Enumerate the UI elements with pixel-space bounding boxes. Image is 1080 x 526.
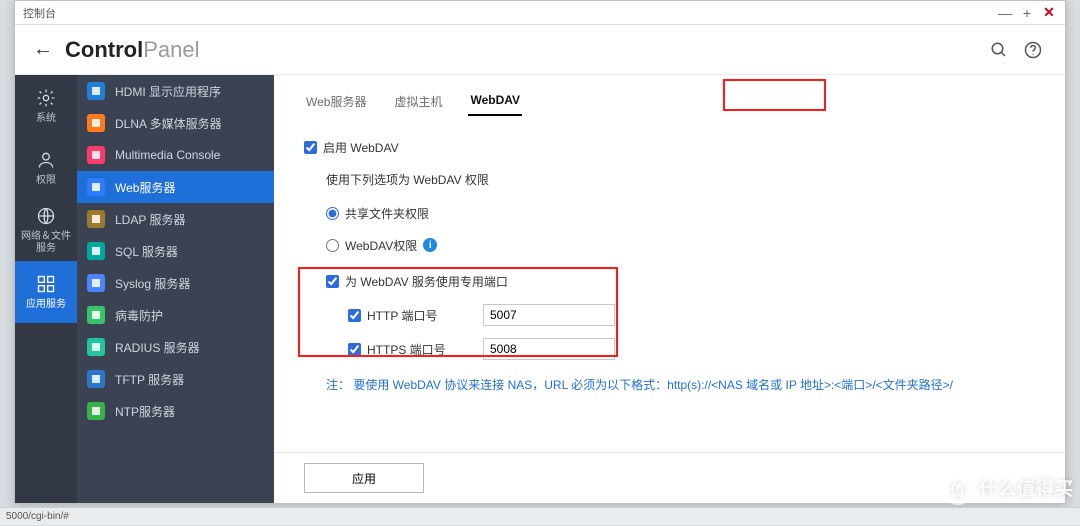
nav-label: 系统 [36,113,56,125]
http-port-input[interactable] [483,304,615,326]
sidebar-item-label: TFTP 服务器 [115,371,184,388]
help-icon[interactable] [1021,38,1045,62]
footer: 应用 [274,452,1065,503]
sidebar-item-ldap[interactable]: LDAP 服务器 [77,203,274,235]
user-icon [35,149,57,171]
nav-primary-network[interactable]: 网络＆文件 服务 [15,199,77,261]
tab-webserver[interactable]: Web服务器 [304,89,368,116]
nav-secondary: HDMI 显示应用程序 DLNA 多媒体服务器 Multimedia Console… [77,75,274,503]
nav-label: 网络＆文件 服务 [21,231,71,255]
sidebar-item-label: Web服务器 [115,179,175,196]
http-port-checkbox[interactable]: HTTP 端口号 [348,307,483,324]
sidebar-item-label: DLNA 多媒体服务器 [115,115,222,132]
https-port-input[interactable] [483,338,615,360]
nav-label: 应用服务 [26,299,66,311]
hdmi-icon [87,82,105,100]
av-icon [87,306,105,324]
mmc-icon [87,146,105,164]
syslog-icon [87,274,105,292]
enable-webdav-checkbox[interactable]: 启用 WebDAV [304,139,399,156]
https-port-checkbox[interactable]: HTTPS 端口号 [348,341,483,358]
sidebar-item-label: 病毒防护 [115,307,163,324]
tab-vhost[interactable]: 虚拟主机 [392,89,444,116]
sidebar-item-ntp[interactable]: NTP服务器 [77,395,274,427]
perm-hint-text: 使用下列选项为 WebDAV 权限 [326,171,489,188]
sidebar-item-dlna[interactable]: DLNA 多媒体服务器 [77,107,274,139]
content: Web服务器 虚拟主机 WebDAV 启用 WebDAV 使用下列选项 [274,75,1065,503]
info-icon[interactable]: i [423,238,437,252]
form-webdav: 启用 WebDAV 使用下列选项为 WebDAV 权限 共享文件夹权限 [274,116,1065,393]
sidebar-item-hdmi[interactable]: HDMI 显示应用程序 [77,75,274,107]
web-icon [87,178,105,196]
nav-primary-system[interactable]: 系统 [15,75,77,137]
header: ← ControlPanel [15,25,1065,75]
page-title: ControlPanel [65,37,199,63]
ntp-icon [87,402,105,420]
maximize-button[interactable]: + [1019,5,1035,21]
minimize-button[interactable]: — [997,5,1013,21]
tab-bar: Web服务器 虚拟主机 WebDAV [274,75,1065,116]
radio-webdav-perm[interactable]: WebDAV权限 [326,237,417,254]
apply-button[interactable]: 应用 [304,463,424,493]
nav-label: 权限 [36,175,56,187]
tftp-icon [87,370,105,388]
tab-webdav[interactable]: WebDAV [468,89,522,116]
sidebar-item-sql[interactable]: SQL 服务器 [77,235,274,267]
search-icon[interactable] [987,38,1011,62]
window-title: 控制台 [23,5,56,21]
nav-primary: 系统 权限 网络＆文件 服务 应用服务 [15,75,77,503]
grid-icon [35,273,57,295]
sql-icon [87,242,105,260]
dlna-icon [87,114,105,132]
sidebar-item-label: Syslog 服务器 [115,275,190,292]
sidebar-item-label: LDAP 服务器 [115,211,185,228]
sidebar-item-label: SQL 服务器 [115,243,178,260]
radius-icon [87,338,105,356]
window: 控制台 — + ✕ ← ControlPanel 系统 [14,0,1066,504]
nav-primary-apps[interactable]: 应用服务 [15,261,77,323]
sidebar-item-radius[interactable]: RADIUS 服务器 [77,331,274,363]
ldap-icon [87,210,105,228]
sidebar-item-mmc[interactable]: Multimedia Console [77,139,274,171]
nav-primary-perm[interactable]: 权限 [15,137,77,199]
dedicated-port-checkbox[interactable]: 为 WebDAV 服务使用专用端口 [326,273,508,290]
back-icon[interactable]: ← [33,38,53,61]
gear-icon [35,87,57,109]
sidebar-item-label: NTP服务器 [115,403,175,420]
radio-share-folder[interactable]: 共享文件夹权限 [326,205,429,222]
sidebar-item-label: HDMI 显示应用程序 [115,83,221,100]
close-button[interactable]: ✕ [1041,4,1057,21]
globe-icon [35,205,57,227]
note-text: 注： 要使用 WebDAV 协议来连接 NAS，URL 必须为以下格式：http… [304,376,1035,393]
sidebar-item-syslog[interactable]: Syslog 服务器 [77,267,274,299]
status-bar: 5000/cgi-bin/# [0,507,1080,525]
sidebar-item-web[interactable]: Web服务器 [77,171,274,203]
sidebar-item-label: Multimedia Console [115,148,220,162]
sidebar-item-label: RADIUS 服务器 [115,339,200,356]
titlebar: 控制台 — + ✕ [15,1,1065,25]
sidebar-item-tftp[interactable]: TFTP 服务器 [77,363,274,395]
sidebar-item-av[interactable]: 病毒防护 [77,299,274,331]
